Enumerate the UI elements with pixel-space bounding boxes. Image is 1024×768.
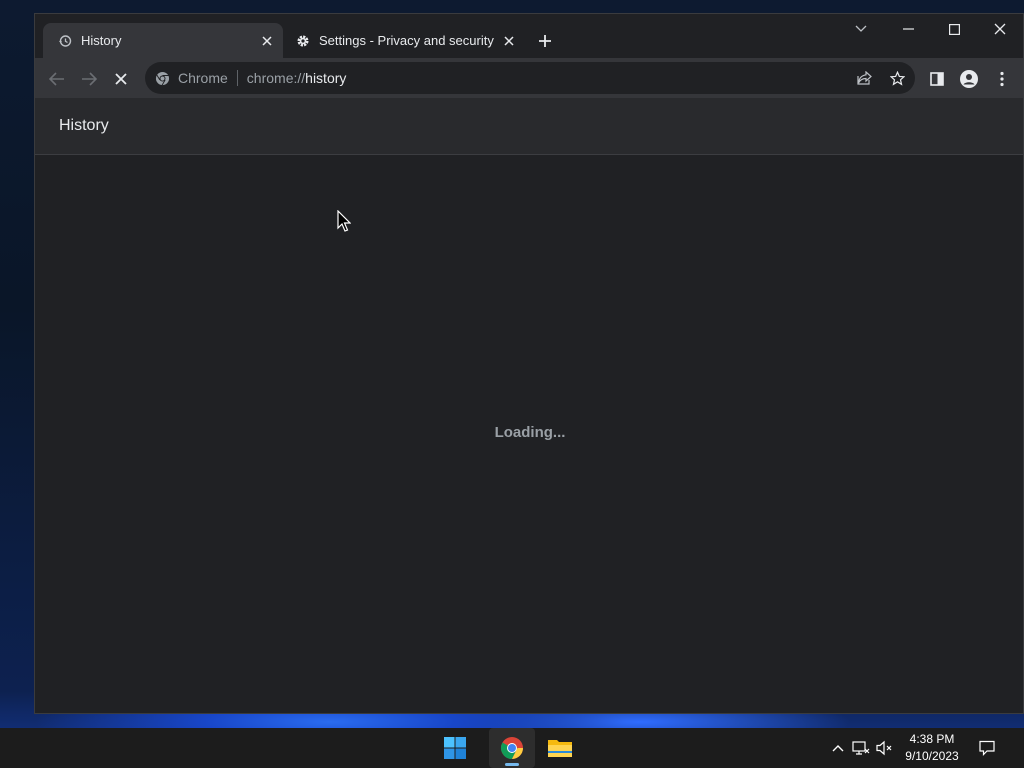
side-panel-button[interactable] (924, 66, 950, 92)
history-icon (57, 33, 73, 49)
show-hidden-icons-button[interactable] (828, 738, 848, 758)
notification-icon[interactable] (977, 738, 997, 758)
profile-button[interactable] (956, 66, 982, 92)
taskbar-chrome[interactable] (489, 728, 535, 768)
clock-time: 4:38 PM (909, 732, 955, 746)
taskbar-file-explorer[interactable] (537, 728, 583, 768)
stop-loading-button[interactable] (108, 66, 134, 92)
bookmark-star-icon[interactable] (885, 66, 909, 90)
profile-avatar-icon (960, 70, 978, 88)
address-bar[interactable]: Chrome chrome://history (145, 62, 915, 94)
new-tab-button[interactable] (533, 29, 557, 53)
chevron-down-icon (855, 25, 867, 32)
network-icon[interactable] (851, 738, 871, 758)
tab-settings[interactable]: Settings - Privacy and security (287, 23, 525, 58)
mouse-cursor-icon (337, 209, 352, 237)
tab-strip: History Settings - Privacy and security (35, 14, 1023, 58)
gear-icon (295, 33, 311, 49)
close-window-button[interactable] (977, 14, 1023, 44)
share-icon[interactable] (853, 66, 877, 90)
url-path: history (305, 70, 347, 86)
close-icon (994, 23, 1006, 35)
page-header: History (35, 98, 1023, 155)
chevron-up-icon (832, 745, 844, 752)
site-label: Chrome (178, 70, 228, 86)
back-button[interactable] (44, 66, 70, 92)
tab-title: History (81, 33, 122, 48)
forward-arrow-icon (82, 72, 97, 86)
volume-muted-icon[interactable] (875, 738, 895, 758)
tab-history[interactable]: History (43, 23, 283, 58)
loading-text: Loading... (494, 424, 566, 441)
url-scheme: chrome:// (246, 70, 306, 86)
browser-window: History Settings - Privacy and security (34, 13, 1024, 714)
tab-title: Settings - Privacy and security (319, 33, 494, 48)
menu-button[interactable] (989, 66, 1015, 92)
taskbar: 4:38 PM 9/10/2023 (0, 728, 1024, 768)
system-clock[interactable]: 4:38 PM 9/10/2023 (896, 731, 968, 765)
tab-search-button[interactable] (838, 14, 884, 44)
windows-start-icon (444, 737, 466, 759)
start-button[interactable] (432, 728, 478, 768)
close-tab-icon[interactable] (257, 31, 277, 51)
page-title: History (59, 117, 109, 134)
maximize-button[interactable] (931, 14, 977, 44)
chrome-icon (501, 737, 523, 759)
more-vert-icon (1000, 71, 1004, 87)
forward-button[interactable] (76, 66, 102, 92)
omnibox-divider (236, 70, 238, 86)
stop-icon (115, 73, 127, 85)
clock-date: 9/10/2023 (905, 749, 959, 763)
maximize-icon (948, 23, 960, 35)
minimize-icon (902, 28, 914, 30)
close-tab-icon[interactable] (499, 31, 519, 51)
back-arrow-icon (49, 72, 64, 86)
side-panel-icon (930, 72, 944, 86)
plus-icon (539, 35, 551, 47)
minimize-button[interactable] (885, 14, 931, 44)
chrome-logo-icon (155, 71, 170, 86)
browser-toolbar: Chrome chrome://history (35, 58, 1023, 98)
file-explorer-icon (548, 740, 572, 757)
